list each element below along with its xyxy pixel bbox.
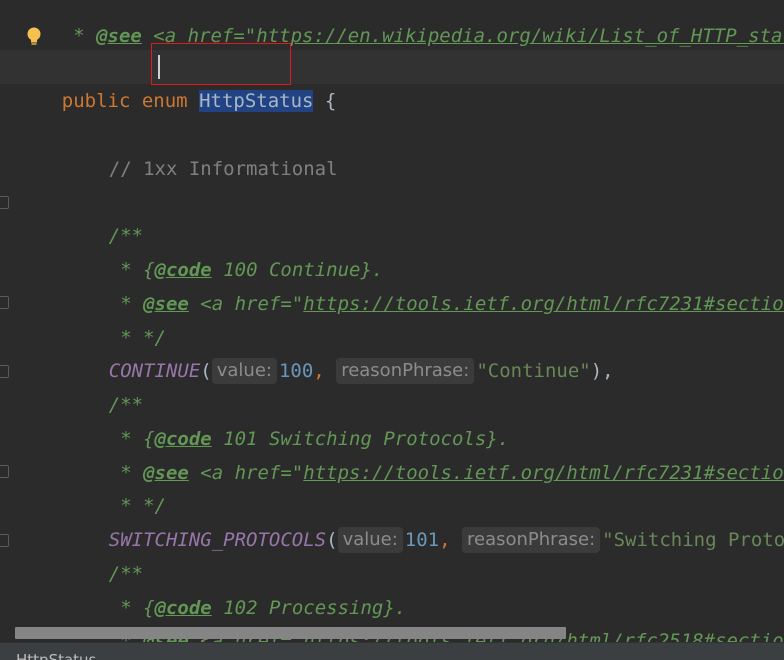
horizontal-scrollbar-thumb[interactable] [15, 627, 566, 639]
code-line-current[interactable]: public enum HttpStatus { [0, 50, 784, 112]
param-hint: value: [337, 527, 403, 553]
param-hint: reasonPhrase: [336, 358, 475, 384]
code-line[interactable]: // 1xx Informational [16, 118, 338, 180]
code-line[interactable]: /** [16, 185, 143, 247]
text-caret [158, 55, 160, 79]
breadcrumb-bar: HttpStatus [0, 642, 784, 660]
param-hint: reasonPhrase: [462, 527, 601, 553]
code-line[interactable]: SWITCHING_PROTOCOLS(value: 101, reasonPhr… [16, 489, 784, 553]
enum-name-selected[interactable]: HttpStatus [199, 90, 314, 112]
code-line[interactable]: * @see <a href="https://tools.ietf.org/h… [16, 590, 784, 642]
code-line[interactable]: * @see <a href="https://tools.ietf.org/h… [16, 422, 784, 484]
code-line[interactable]: * {@code 101 Switching Protocols}. [16, 388, 509, 450]
fold-marker-icon[interactable] [0, 465, 9, 478]
code-line[interactable]: * */ [16, 455, 166, 517]
code-line[interactable]: * {@code 100 Continue}. [16, 219, 383, 281]
code-line[interactable]: * {@code 102 Processing}. [16, 557, 406, 619]
fold-marker-icon[interactable] [0, 365, 9, 378]
fold-marker-icon[interactable] [0, 196, 9, 209]
fold-marker-icon[interactable] [0, 296, 9, 309]
param-hint: value: [211, 358, 277, 384]
code-line[interactable]: * @see <a href="https://tools.ietf.org/h… [16, 253, 784, 315]
code-line[interactable]: * */ [16, 287, 166, 349]
doc-link[interactable]: https://tools.ietf.org/html/rfc7231#sect… [303, 462, 784, 484]
code-line[interactable]: CONTINUE(value: 100, reasonPhrase: "Contin… [16, 320, 614, 384]
code-editor[interactable]: * @see <a href="https://en.wikipedia.org… [0, 0, 784, 642]
code-line[interactable]: * @see <a href="https://en.wikipedia.org… [16, 0, 784, 47]
doc-link[interactable]: https://en.wikipedia.org/wiki/List_of_HT… [256, 25, 784, 47]
breadcrumb-item[interactable]: HttpStatus [16, 651, 96, 660]
fold-marker-icon[interactable] [0, 534, 9, 547]
see-tag: @see [96, 25, 142, 47]
code-line[interactable]: /** [16, 523, 143, 585]
doc-link[interactable]: https://tools.ietf.org/html/rfc7231#sect… [303, 293, 784, 315]
lightbulb-icon[interactable] [24, 26, 44, 46]
code-line[interactable]: /** [16, 354, 143, 416]
